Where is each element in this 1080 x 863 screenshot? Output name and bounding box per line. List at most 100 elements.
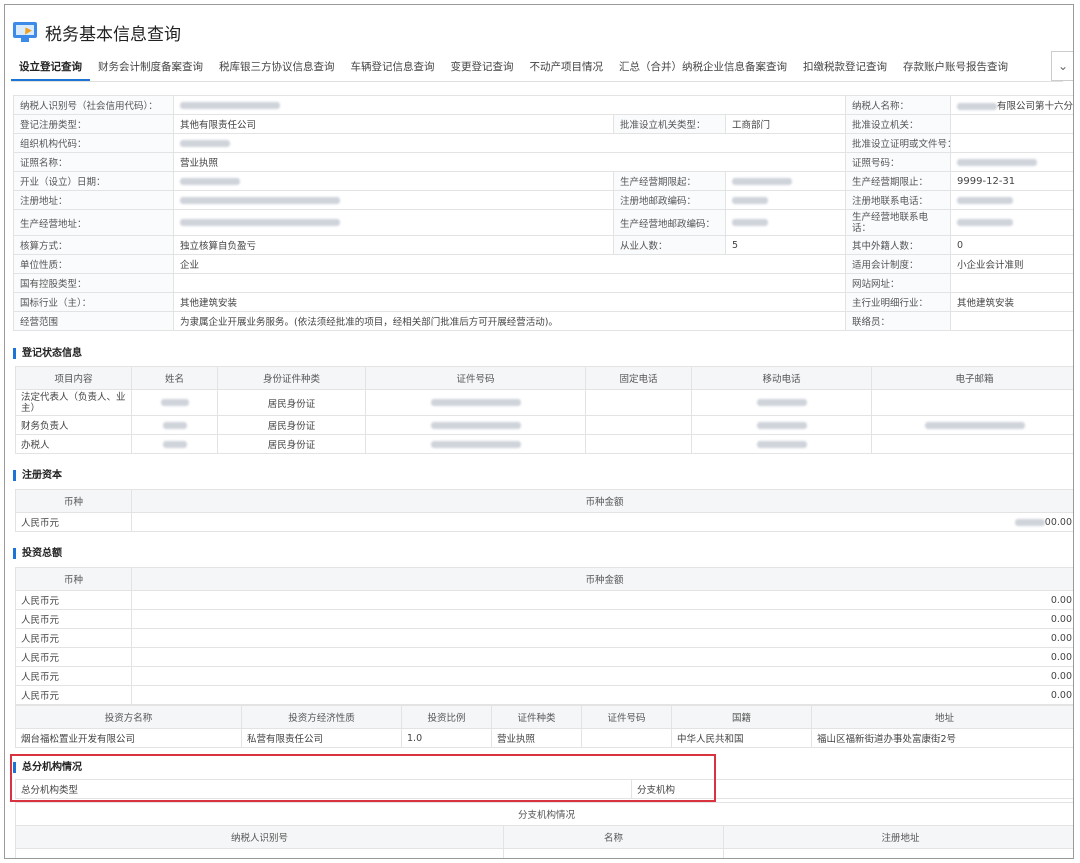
cell-id-number xyxy=(365,415,586,435)
tab-consolidated-filing[interactable]: 汇总（合并）纳税企业信息备案查询 xyxy=(611,59,795,81)
label-license-no: 证照号码： xyxy=(845,152,952,172)
table-row: 登记注册类型： 其他有限责任公司 批准设立机关类型： 工商部门 批准设立机关： xyxy=(13,114,1073,134)
value-taxpayer-id xyxy=(172,95,847,115)
value-biz-address xyxy=(173,209,614,236)
label-accounting-system: 适用会计制度： xyxy=(845,254,952,274)
label-term-end: 生产经营期限止： xyxy=(845,171,952,191)
value-biz-phone xyxy=(950,209,1073,236)
label-taxpayer-name: 纳税人名称： xyxy=(845,95,952,115)
highlight-box xyxy=(10,754,716,802)
value-approval-type: 工商部门 xyxy=(724,114,847,134)
label-business-scope: 经营范围 xyxy=(13,311,174,331)
cell-name xyxy=(131,415,218,435)
cell-id-type: 营业执照 xyxy=(491,728,582,748)
cell-role: 法定代表人（负责人、业主） xyxy=(15,389,132,416)
label-open-date: 开业（设立）日期： xyxy=(13,171,174,191)
section-title-registration-status: 登记状态信息 xyxy=(13,348,82,359)
column-header: 国籍 xyxy=(671,705,812,729)
label-org-code: 组织机构代码： xyxy=(13,133,174,153)
value-approval-doc xyxy=(950,133,1073,153)
column-header: 证件号码 xyxy=(365,366,586,390)
value-employees: 5 xyxy=(724,235,847,255)
label-approval-doc: 批准设立证明或文件号： xyxy=(845,133,952,153)
table-row: 核算方式： 独立核算自负盈亏 从业人数： 5 其中外籍人数： 0 xyxy=(13,235,1073,255)
tab-tripartite-agreement[interactable]: 税库银三方协议信息查询 xyxy=(211,59,343,81)
table-row: 经营范围 为隶属企业开展业务服务。(依法须经批准的项目，经相关部门批准后方可开展… xyxy=(13,311,1073,331)
label-license-name: 证照名称： xyxy=(13,152,174,172)
cell-role: 办税人 xyxy=(15,434,132,454)
cell-currency: 人民币元 xyxy=(15,628,132,648)
column-header: 项目内容 xyxy=(15,366,132,390)
cell-landline xyxy=(585,389,692,416)
tab-setup-registration[interactable]: 设立登记查询 xyxy=(11,59,90,81)
registration-status-table: 项目内容 姓名 身份证件种类 证件号码 固定电话 移动电话 电子邮箱 法定代表人… xyxy=(15,366,1073,454)
table-row: 证照名称： 营业执照 证照号码： xyxy=(13,152,1073,172)
table-row: 注册地址： 注册地邮政编码： 注册地联系电话： xyxy=(13,190,1073,210)
cell-email xyxy=(871,415,1073,435)
page-header: 税务基本信息查询 xyxy=(13,17,181,47)
value-biz-postcode xyxy=(724,209,847,236)
investor-table: 投资方名称 投资方经济性质 投资比例 证件种类 证件号码 国籍 地址 烟台福松置… xyxy=(15,705,1073,748)
section-title-investment: 投资总额 xyxy=(13,548,62,559)
value-unit-nature: 企业 xyxy=(172,254,847,274)
table-row: 人民币元 0.00 xyxy=(15,628,1073,648)
tab-real-estate[interactable]: 不动产项目情况 xyxy=(522,59,612,81)
label-term-start: 生产经营期限起： xyxy=(613,171,726,191)
cell-amount: 0.00 xyxy=(131,685,1073,705)
branch-detail-table: 分支机构情况 纳税人识别号 名称 注册地址 xyxy=(14,802,1073,858)
label-reg-address: 注册地址： xyxy=(13,190,174,210)
column-header: 币种 xyxy=(15,567,132,591)
value-reg-phone xyxy=(950,190,1073,210)
cell-currency: 人民币元 xyxy=(15,609,132,629)
table-header-row: 币种 币种金额 xyxy=(15,489,1073,513)
table-row: 国有控股类型： 网站网址： xyxy=(13,273,1073,293)
cell-mobile xyxy=(691,434,872,454)
value-term-end: 9999-12-31 xyxy=(950,171,1073,191)
column-header: 币种金额 xyxy=(131,567,1073,591)
chevron-down-icon[interactable]: ⌄ xyxy=(1051,51,1073,81)
label-industry: 国标行业（主）： xyxy=(13,292,174,312)
table-row: 烟台福松置业开发有限公司 私营有限责任公司 1.0 营业执照 中华人民共和国 福… xyxy=(15,728,1073,748)
table-row: 人民币元 0.00 xyxy=(15,590,1073,610)
table-row: 人民币元 00.00 xyxy=(15,512,1073,532)
cell-ratio: 1.0 xyxy=(401,728,492,748)
cell-currency: 人民币元 xyxy=(15,685,132,705)
column-header: 地址 xyxy=(811,705,1073,729)
registered-capital-table: 币种 币种金额 人民币元 00.00 xyxy=(15,489,1073,532)
table-row: 人民币元 0.00 xyxy=(15,609,1073,629)
investment-table: 币种 币种金额 人民币元 0.00 人民币元 0.00 人民币元 0.00 人民币元 0… xyxy=(15,567,1073,705)
tab-deposit-account[interactable]: 存款账户账号报告查询 xyxy=(895,59,1016,81)
value-reg-address xyxy=(173,190,614,210)
value-license-no xyxy=(950,152,1073,172)
label-approval-org: 批准设立机关： xyxy=(845,114,952,134)
tab-vehicle-registration[interactable]: 车辆登记信息查询 xyxy=(343,59,443,81)
cell-landline xyxy=(585,434,692,454)
cell-currency: 人民币元 xyxy=(15,647,132,667)
column-header: 移动电话 xyxy=(691,366,872,390)
label-liaison: 联络员： xyxy=(845,311,952,331)
tab-accounting-filing[interactable]: 财务会计制度备案查询 xyxy=(90,59,211,81)
table-header-row: 纳税人识别号 名称 注册地址 xyxy=(15,825,1073,849)
cell-mobile xyxy=(691,415,872,435)
table-row: 国标行业（主）： 其他建筑安装 主行业明细行业： 其他建筑安装 xyxy=(13,292,1073,312)
tab-change-registration[interactable]: 变更登记查询 xyxy=(443,59,522,81)
label-taxpayer-id: 纳税人识别号（社会信用代码）： xyxy=(13,95,174,115)
tab-withholding-registration[interactable]: 扣缴税款登记查询 xyxy=(795,59,895,81)
cell-email xyxy=(871,389,1073,416)
value-reg-type: 其他有限责任公司 xyxy=(173,114,614,134)
label-foreign-employees: 其中外籍人数： xyxy=(845,235,952,255)
value-liaison xyxy=(950,311,1073,331)
table-row: 组织机构代码： 批准设立证明或文件号： xyxy=(13,133,1073,153)
column-header: 投资方名称 xyxy=(15,705,242,729)
main-window: 税务基本信息查询 设立登记查询 财务会计制度备案查询 税库银三方协议信息查询 车… xyxy=(4,4,1074,859)
cell-nationality: 中华人民共和国 xyxy=(671,728,812,748)
value-state-holding xyxy=(172,273,847,293)
value-org-code xyxy=(172,133,847,153)
table-row: 办税人 居民身份证 xyxy=(15,434,1073,454)
value-accounting-method: 独立核算自负盈亏 xyxy=(173,235,614,255)
label-industry-detail: 主行业明细行业： xyxy=(845,292,952,312)
table-row: 人民币元 0.00 xyxy=(15,685,1073,705)
value-business-scope: 为隶属企业开展业务服务。(依法须经批准的项目，经相关部门批准后方可开展经营活动)… xyxy=(172,311,847,331)
label-accounting-method: 核算方式： xyxy=(13,235,174,255)
table-row: 纳税人识别号（社会信用代码）： 纳税人名称： 有限公司第十六分公司 xyxy=(13,95,1073,115)
